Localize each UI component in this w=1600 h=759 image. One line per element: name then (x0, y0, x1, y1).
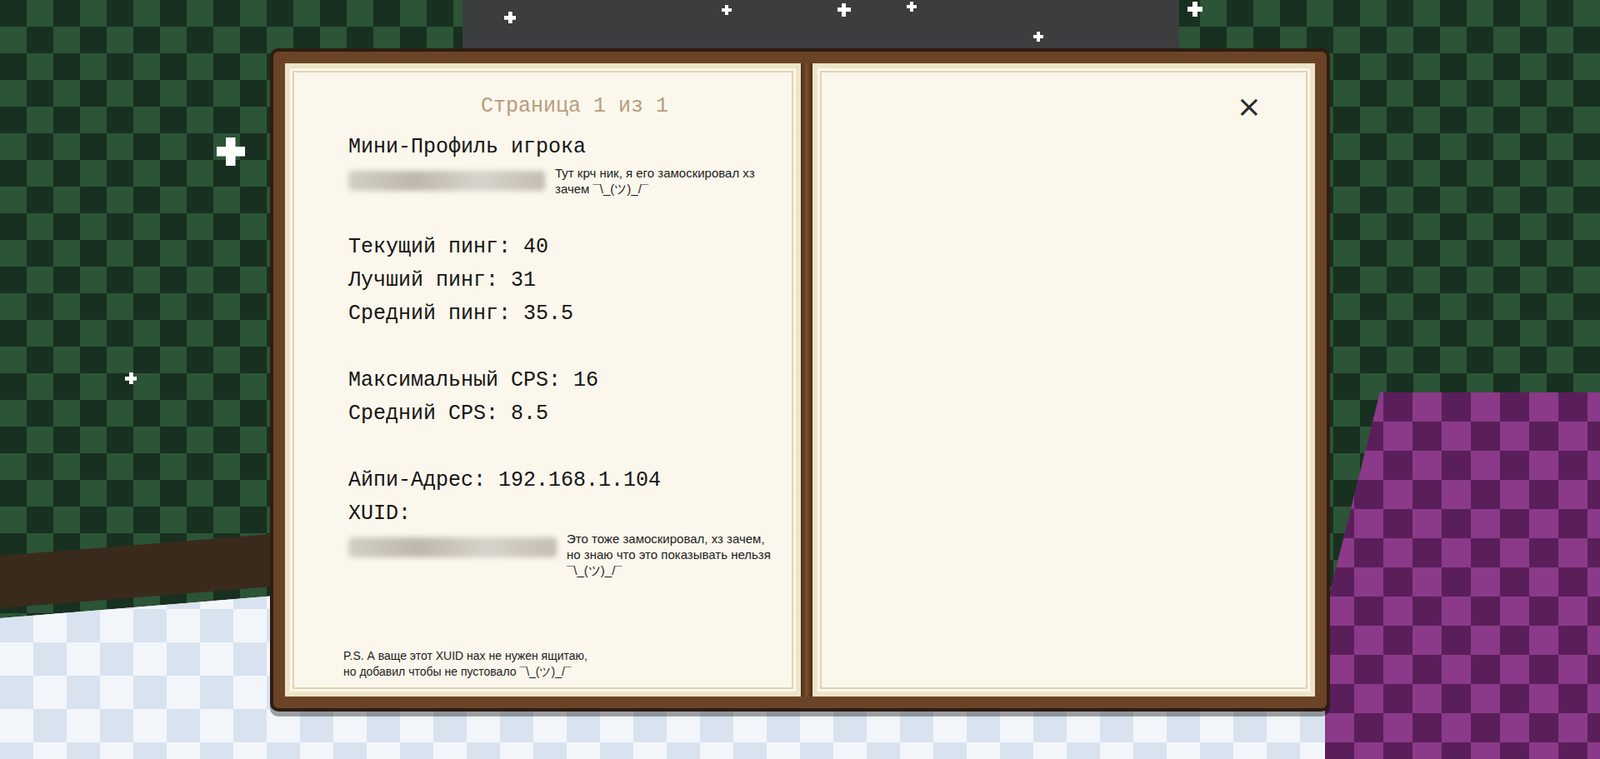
stat-label: Средний пинг: (348, 301, 511, 326)
snowflake (1033, 31, 1044, 42)
stat-label: Средний CPS: (348, 401, 499, 426)
stat-line: Лучший пинг: 31 (348, 264, 781, 298)
dirt-block (0, 533, 284, 609)
night-sky (462, 0, 1180, 50)
snowflake (216, 137, 245, 166)
profile-title: Мини-Профиль игрока (348, 130, 781, 165)
stat-group: Текущий пинг: 40 Лучший пинг: 31 Средний пин… (348, 230, 781, 331)
stat-line: Максимальный CPS: 16 (348, 364, 781, 398)
stat-label: Айпи-Адрес: (348, 468, 486, 493)
close-button[interactable]: × (1233, 90, 1265, 124)
stat-line: Айпи-Адрес: 192.168.1.104 (348, 464, 781, 498)
redacted-xuid (348, 537, 557, 558)
stat-label: Максимальный CPS: (348, 368, 561, 393)
stat-group: Айпи-Адрес: 192.168.1.104 (348, 464, 781, 498)
stat-value: 35.5 (523, 301, 574, 326)
purple-block (1325, 392, 1600, 759)
xuid-label: XUID: (348, 497, 781, 531)
stat-line: Средний пинг: 35.5 (348, 297, 781, 331)
page-indicator: Страница 1 из 1 (348, 90, 781, 124)
book-spine (800, 63, 813, 697)
footnote: P.S. А ваще этот XUID нах не нужен ящита… (343, 648, 594, 680)
right-page: × (812, 63, 1315, 697)
nickname-note: Тут крч ник, я его замоскировал хз зачем… (555, 165, 781, 197)
snowflake (504, 11, 516, 24)
stat-value: 8.5 (510, 401, 549, 426)
nickname-row: Тут крч ник, я его замоскировал хз зачем… (348, 164, 781, 198)
stat-line: Текущий пинг: 40 (348, 230, 781, 265)
stat-line: Средний CPS: 8.5 (348, 397, 781, 431)
snowflake (721, 5, 732, 15)
snowflake (906, 1, 917, 12)
game-scene: Страница 1 из 1 Мини-Профиль игрокаТут кр… (0, 0, 1600, 759)
xuid-note: Это тоже замоскировал, хз зачем, но знаю… (566, 530, 775, 579)
left-page: Страница 1 из 1 Мини-Профиль игрокаТут кр… (285, 63, 801, 697)
snowflake (1187, 1, 1203, 17)
stat-value: 192.168.1.104 (498, 468, 661, 493)
stat-value: 16 (573, 368, 599, 393)
page-top-bar: × (832, 90, 1265, 124)
stat-value: 40 (523, 235, 549, 260)
stat-label: Текущий пинг: (348, 235, 511, 260)
redacted-nickname (348, 170, 545, 191)
stat-value: 31 (510, 268, 536, 293)
snowflake (837, 3, 851, 17)
snowflake (125, 372, 137, 385)
profile-book: Страница 1 из 1 Мини-Профиль игрокаТут кр… (270, 48, 1330, 712)
stat-group: Максимальный CPS: 16 Средний CPS: 8.5 (348, 364, 781, 431)
xuid-row: Это тоже замоскировал, хз зачем, но знаю… (348, 530, 781, 579)
stat-label: Лучший пинг: (348, 268, 499, 293)
